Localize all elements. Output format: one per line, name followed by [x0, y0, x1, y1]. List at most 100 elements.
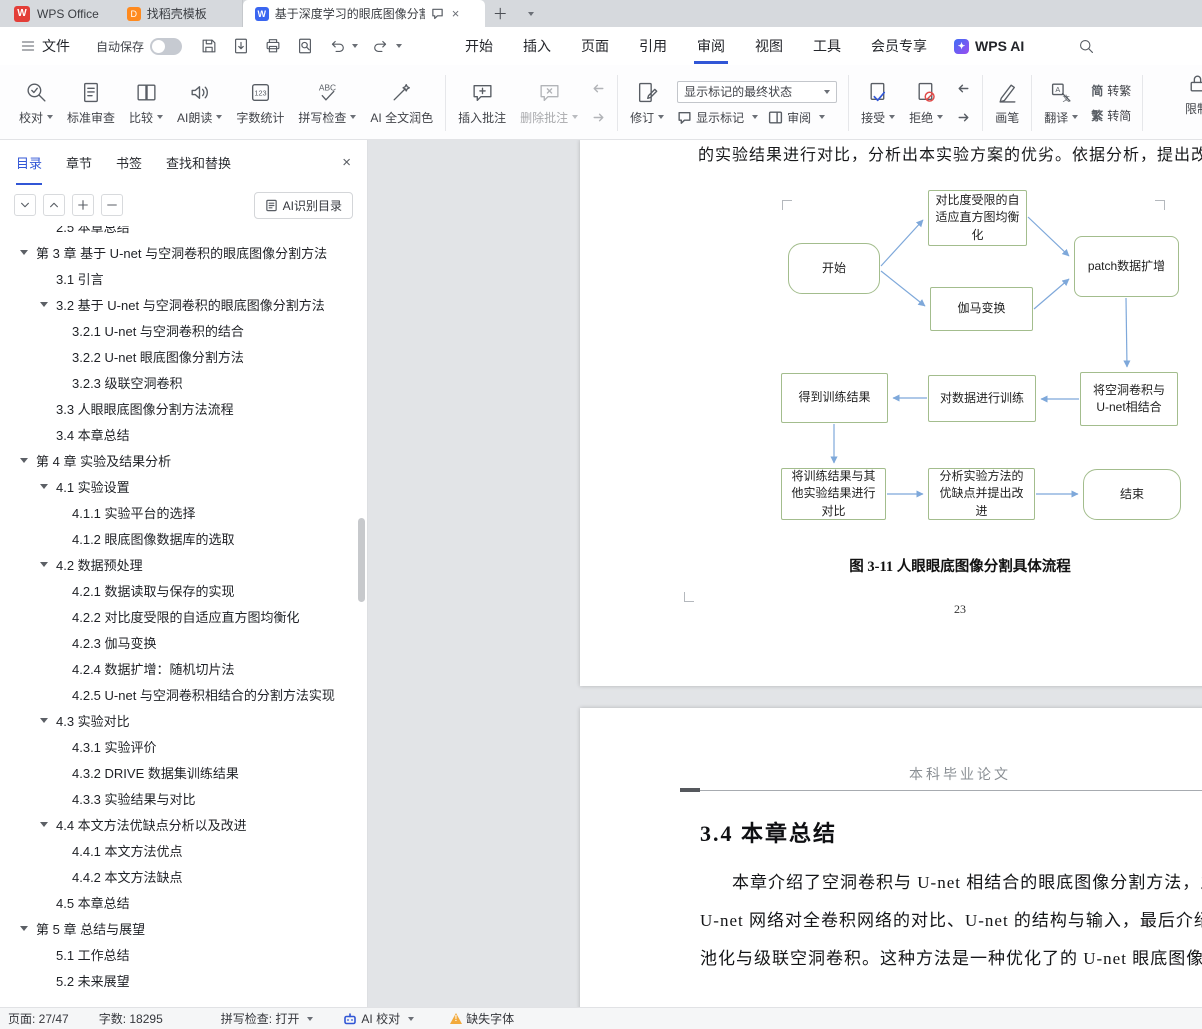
toc-item[interactable]: 第 4 章 实验及结果分析 — [0, 447, 359, 473]
toc-item[interactable]: 3.1 引言 — [0, 265, 359, 291]
toc-item[interactable]: 3.2.2 U-net 眼底图像分割方法 — [0, 343, 359, 369]
tab-chapters[interactable]: 章节 — [66, 153, 92, 172]
caret-down-icon[interactable] — [40, 484, 56, 489]
tab-review[interactable]: 审阅 — [682, 29, 740, 63]
toc-item[interactable]: 第 5 章 总结与展望 — [0, 915, 359, 941]
page-1[interactable]: 的实验结果进行对比，分析出本实验方案的优劣。依据分析，提出改进 — [580, 140, 1202, 686]
tab-reference[interactable]: 引用 — [624, 29, 682, 63]
toc-item[interactable]: 4.2 数据预处理 — [0, 551, 359, 577]
wps-home-button[interactable]: W WPS Office — [0, 0, 117, 27]
tab-document[interactable]: W 基于深度学习的眼底图像分割 × — [243, 0, 485, 27]
autosave-toggle[interactable] — [150, 38, 182, 55]
search-button[interactable] — [1074, 34, 1099, 59]
save-button[interactable] — [198, 35, 220, 57]
caret-down-icon[interactable] — [20, 458, 36, 463]
toc-item[interactable]: 4.4.2 本文方法缺点 — [0, 863, 359, 889]
tab-find-replace[interactable]: 查找和替换 — [166, 153, 231, 172]
compare-button[interactable]: 比较 — [122, 70, 170, 136]
restrict-edit-button[interactable]: 限制 — [1178, 70, 1202, 119]
previous-change-button[interactable] — [954, 79, 973, 98]
increase-level-button[interactable] — [72, 194, 94, 216]
track-changes-button[interactable]: 修订 — [623, 70, 671, 136]
toc-item[interactable]: 4.2.3 伽马变换 — [0, 629, 359, 655]
insert-comment-button[interactable]: 插入批注 — [451, 70, 513, 136]
delete-comment-button[interactable]: 删除批注 — [513, 70, 585, 136]
toc-item[interactable]: 第 3 章 基于 U-net 与空洞卷积的眼底图像分割方法 — [0, 239, 359, 265]
tab-view[interactable]: 视图 — [740, 29, 798, 63]
toc-item[interactable]: 4.4 本文方法优缺点分析以及改进 — [0, 811, 359, 837]
toc-item[interactable]: 3.3 人眼眼底图像分割方法流程 — [0, 395, 359, 421]
to-traditional-button[interactable]: 简 转繁 — [1091, 82, 1131, 99]
tab-home[interactable]: 开始 — [450, 29, 508, 63]
page-indicator[interactable]: 页面: 27/47 — [8, 1010, 69, 1027]
caret-down-icon[interactable] — [20, 250, 36, 255]
redo-button[interactable] — [370, 35, 404, 57]
toc-item[interactable]: 4.2.5 U-net 与空洞卷积相结合的分割方法实现 — [0, 681, 359, 707]
next-change-button[interactable] — [954, 108, 973, 127]
tab-list-chevron[interactable] — [516, 0, 542, 27]
toc-item[interactable]: 4.1 实验设置 — [0, 473, 359, 499]
previous-comment-button[interactable] — [589, 79, 608, 98]
tab-page[interactable]: 页面 — [566, 29, 624, 63]
toc-item[interactable]: 3.2 基于 U-net 与空洞卷积的眼底图像分割方法 — [0, 291, 359, 317]
accept-button[interactable]: 接受 — [854, 70, 902, 136]
markup-state-select[interactable]: 显示标记的最终状态 — [677, 81, 837, 103]
tab-bookmarks[interactable]: 书签 — [116, 153, 142, 172]
toc-item[interactable]: 2.5 本章总结 — [0, 226, 359, 239]
toc-item[interactable]: 4.2.4 数据扩增：随机切片法 — [0, 655, 359, 681]
toc-item[interactable]: 3.2.1 U-net 与空洞卷积的结合 — [0, 317, 359, 343]
expand-all-button[interactable] — [14, 194, 36, 216]
collapse-all-button[interactable] — [43, 194, 65, 216]
export-button[interactable] — [230, 35, 252, 57]
translate-button[interactable]: A文 翻译 — [1037, 70, 1085, 136]
toc-item[interactable]: 4.5 本章总结 — [0, 889, 359, 915]
ai-recognize-toc-button[interactable]: AI识别目录 — [254, 192, 353, 219]
toc-item[interactable]: 4.4.1 本文方法优点 — [0, 837, 359, 863]
document-canvas[interactable]: 的实验结果进行对比，分析出本实验方案的优劣。依据分析，提出改进 — [368, 140, 1202, 1007]
standard-review-button[interactable]: 标准审查 — [60, 70, 122, 136]
close-tab-icon[interactable]: × — [450, 6, 462, 21]
caret-down-icon[interactable] — [40, 302, 56, 307]
toc-item[interactable]: 5.1 工作总结 — [0, 941, 359, 967]
print-button[interactable] — [262, 35, 284, 57]
ai-read-button[interactable]: AI朗读 — [170, 70, 229, 136]
to-simplified-button[interactable]: 繁 转简 — [1091, 107, 1131, 124]
toc-item[interactable]: 4.1.1 实验平台的选择 — [0, 499, 359, 525]
toc-item[interactable]: 3.4 本章总结 — [0, 421, 359, 447]
wps-ai-button[interactable]: ✦ WPS AI — [942, 31, 1036, 61]
toc-item[interactable]: 5.2 未来展望 — [0, 967, 359, 993]
missing-font-warning[interactable]: 缺失字体 — [450, 1010, 514, 1027]
toc-item[interactable]: 3.2.3 级联空洞卷积 — [0, 369, 359, 395]
review-pane-button[interactable]: 审阅 — [768, 109, 825, 126]
decrease-level-button[interactable] — [101, 194, 123, 216]
spell-check-status[interactable]: 拼写检查: 打开 — [221, 1010, 314, 1027]
tab-member[interactable]: 会员专享 — [856, 29, 942, 63]
new-tab-button[interactable]: ＋ — [485, 0, 516, 27]
toc-item[interactable]: 4.3 实验对比 — [0, 707, 359, 733]
caret-down-icon[interactable] — [40, 718, 56, 723]
caret-down-icon[interactable] — [40, 562, 56, 567]
spell-check-button[interactable]: ABC 拼写检查 — [291, 70, 363, 136]
page-2[interactable]: 本科毕业论文 3.4 本章总结 本章介绍了空洞卷积与 U-net 相结合的眼底图… — [580, 708, 1202, 1007]
close-pane-icon[interactable]: × — [342, 154, 351, 171]
caret-down-icon[interactable] — [40, 822, 56, 827]
toc-item[interactable]: 4.1.2 眼底图像数据库的选取 — [0, 525, 359, 551]
toc-item[interactable]: 4.3.2 DRIVE 数据集训练结果 — [0, 759, 359, 785]
proofread-button[interactable]: 校对 — [12, 70, 60, 136]
tab-tools[interactable]: 工具 — [798, 29, 856, 63]
sidebar-scrollbar[interactable] — [358, 518, 365, 602]
next-comment-button[interactable] — [589, 108, 608, 127]
show-markup-button[interactable]: 显示标记 — [677, 109, 758, 126]
toc-item[interactable]: 4.2.2 对比度受限的自适应直方图均衡化 — [0, 603, 359, 629]
caret-down-icon[interactable] — [20, 926, 36, 931]
tab-insert[interactable]: 插入 — [508, 29, 566, 63]
word-count-button[interactable]: 123 字数统计 — [229, 70, 291, 136]
tab-contents[interactable]: 目录 — [16, 153, 42, 172]
ai-proofread-status[interactable]: AI 校对 — [343, 1010, 414, 1027]
print-preview-button[interactable] — [294, 35, 316, 57]
ai-polish-button[interactable]: AI 全文润色 — [363, 70, 440, 136]
reject-button[interactable]: 拒绝 — [902, 70, 950, 136]
toc-item[interactable]: 4.3.3 实验结果与对比 — [0, 785, 359, 811]
word-count-indicator[interactable]: 字数: 18295 — [99, 1010, 163, 1027]
pen-button[interactable]: 画笔 — [988, 70, 1026, 136]
